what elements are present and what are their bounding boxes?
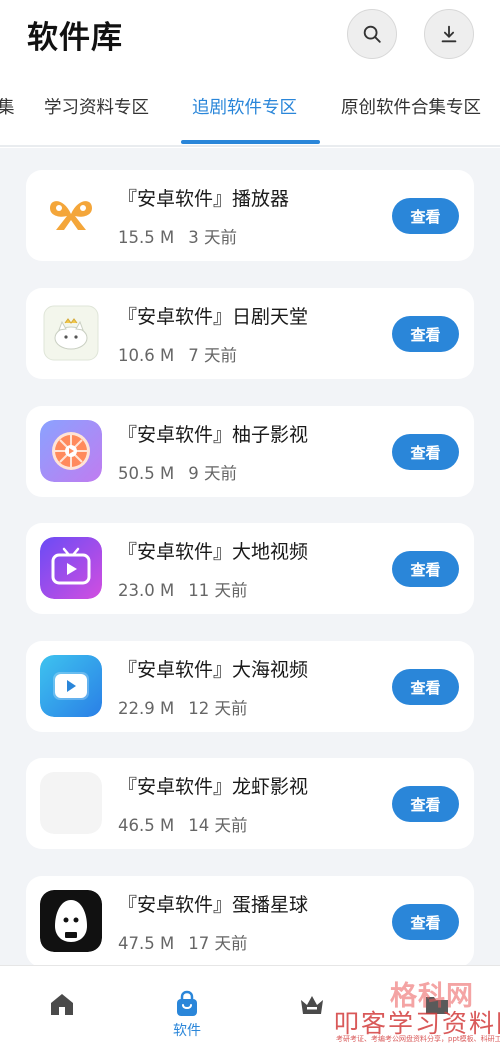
tab-partial[interactable]: 集 <box>0 94 15 119</box>
nav-software-label: 软件 <box>173 1023 201 1039</box>
tab-drama-software[interactable]: 追剧软件专区 <box>192 94 297 119</box>
app-name: 『安卓软件』蛋播星球 <box>118 894 309 916</box>
view-button[interactable]: 查看 <box>392 316 459 352</box>
grapefruit-play-icon <box>40 420 102 482</box>
tv-play-icon <box>40 537 102 599</box>
app-meta: 47.5 M 17 天前 <box>118 930 261 954</box>
app-time: 7 天前 <box>188 346 237 365</box>
tab-original-software[interactable]: 原创软件合集专区 <box>341 94 481 119</box>
view-button[interactable]: 查看 <box>392 551 459 587</box>
active-tab-indicator <box>181 140 320 144</box>
app-size: 23.0 M <box>118 581 175 600</box>
view-button[interactable]: 查看 <box>392 669 459 705</box>
download-button[interactable] <box>424 9 474 59</box>
view-button[interactable]: 查看 <box>392 434 459 470</box>
app-time: 9 天前 <box>188 464 237 483</box>
category-tabs: 集 学习资料专区 追剧软件专区 原创软件合集专区 <box>0 94 500 134</box>
app-card[interactable]: 『安卓软件』大海视频 22.9 M 12 天前 查看 <box>26 641 474 732</box>
blank-icon <box>40 772 102 834</box>
app-name: 『安卓软件』柚子影视 <box>118 424 309 446</box>
app-name: 『安卓软件』龙虾影视 <box>118 776 309 798</box>
app-card[interactable]: 『安卓软件』大地视频 23.0 M 11 天前 查看 <box>26 523 474 614</box>
app-card[interactable]: 『安卓软件』龙虾影视 46.5 M 14 天前 查看 <box>26 758 474 849</box>
view-button[interactable]: 查看 <box>392 786 459 822</box>
app-meta: 15.5 M 3 天前 <box>118 224 251 248</box>
app-size: 47.5 M <box>118 934 175 953</box>
app-size: 15.5 M <box>118 228 175 247</box>
app-time: 12 天前 <box>188 699 248 718</box>
header-divider <box>0 145 500 147</box>
app-name: 『安卓软件』大海视频 <box>118 659 309 681</box>
app-meta: 50.5 M 9 天前 <box>118 460 251 484</box>
page-title: 软件库 <box>27 20 123 56</box>
app-size: 50.5 M <box>118 464 175 483</box>
app-meta: 10.6 M 7 天前 <box>118 342 251 366</box>
app-card[interactable]: 『安卓软件』日剧天堂 10.6 M 7 天前 查看 <box>26 288 474 379</box>
app-time: 3 天前 <box>188 228 237 247</box>
app-size: 10.6 M <box>118 346 175 365</box>
butterfly-player-icon <box>40 184 102 246</box>
egg-character-icon <box>40 890 102 952</box>
app-meta: 23.0 M 11 天前 <box>118 577 261 601</box>
download-icon <box>441 25 457 43</box>
app-name: 『安卓软件』大地视频 <box>118 541 309 563</box>
app-card[interactable]: 『安卓软件』播放器 15.5 M 3 天前 查看 <box>26 170 474 261</box>
home-icon <box>51 994 73 1015</box>
app-size: 22.9 M <box>118 699 175 718</box>
app-time: 11 天前 <box>188 581 248 600</box>
cat-bun-icon <box>40 302 102 364</box>
app-meta: 46.5 M 14 天前 <box>118 812 261 836</box>
blue-play-icon <box>40 655 102 717</box>
app-time: 14 天前 <box>188 816 248 835</box>
app-name: 『安卓软件』播放器 <box>118 188 290 210</box>
app-size: 46.5 M <box>118 816 175 835</box>
view-button[interactable]: 查看 <box>392 198 459 234</box>
app-header: 软件库 集 学习资料专区 追剧软件专区 原创软件合集专区 <box>0 0 500 148</box>
app-name: 『安卓软件』日剧天堂 <box>118 306 309 328</box>
search-button[interactable] <box>347 9 397 59</box>
search-icon <box>363 25 381 43</box>
nav-software[interactable]: 软件 <box>147 966 227 1047</box>
nav-home[interactable] <box>22 966 102 1047</box>
crown-icon <box>301 996 323 1014</box>
app-card[interactable]: 『安卓软件』蛋播星球 47.5 M 17 天前 查看 <box>26 876 474 967</box>
watermark-sub: 考研考证、考编考公网盘资料分享，ppt模板、科研工具箱 <box>336 1035 500 1043</box>
app-meta: 22.9 M 12 天前 <box>118 695 261 719</box>
app-time: 17 天前 <box>188 934 248 953</box>
view-button[interactable]: 查看 <box>392 904 459 940</box>
tab-study-materials[interactable]: 学习资料专区 <box>44 94 149 119</box>
shopping-bag-icon <box>177 990 197 1016</box>
app-card[interactable]: 『安卓软件』柚子影视 50.5 M 9 天前 查看 <box>26 406 474 497</box>
